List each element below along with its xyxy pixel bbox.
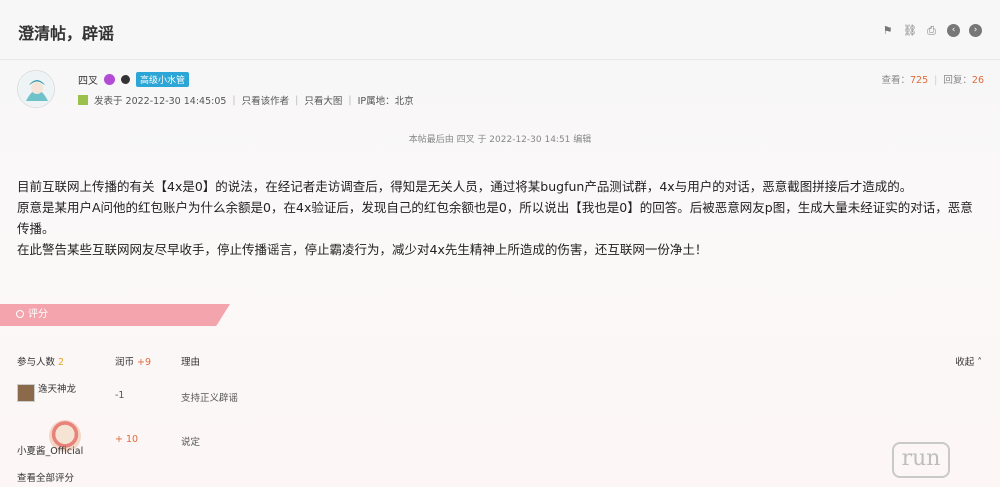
posted-time: 发表于 2022-12-30 14:45:05 [94,96,227,107]
post-meta: 发表于 2022-12-30 14:45:05 | 只看该作者 | 只看大图 |… [78,93,414,107]
views-count: 725 [909,75,929,86]
views-label: 查看： [881,75,910,86]
rater-avatar[interactable] [17,384,35,402]
collapse-button[interactable]: 收起 ˄ [955,354,982,368]
thread-toolbar: ⚑ ⛓ ⎙ ‹ › [881,24,982,37]
rater-reason: 说定 [181,437,201,448]
thread-header: 澄清帖，辟谣 ⚑ ⛓ ⎙ ‹ › [0,0,1000,60]
post-paragraph: 目前互联网上传播的有关【4x是0】的说法，在经记者走访调查后，得知是无关人员，通… [17,179,913,194]
chevron-up-icon: ˄ [977,357,982,368]
stats-divider: | [934,75,938,86]
edit-note: 本帖最后由 四叉 于 2022-12-30 14:51 编辑 [408,135,592,145]
level-tag: 高级小水管 [136,72,190,87]
rating-tab-label: 评分 [28,309,48,320]
replies-count: 26 [971,75,984,86]
participants-header: 参与人数 2 [17,354,64,368]
link-icon[interactable]: ⛓ [903,24,917,37]
site-watermark: run [892,442,950,478]
rater-coin: -1 [115,390,125,401]
prev-icon[interactable]: ‹ [947,24,960,37]
rating-icon [16,310,24,318]
report-icon[interactable]: ⚑ [881,24,894,37]
rater-reason: 支持正义辟谣 [181,393,239,404]
large-image-link[interactable]: 只看大图 [304,93,342,107]
coin-label: 润币 [115,357,135,368]
rater-name[interactable]: 逸天神龙 [38,381,76,395]
author-line: 四叉 高级小水管 [78,72,190,87]
reason-header: 理由 [181,357,201,368]
participants-label: 参与人数 [17,357,56,368]
divider: | [232,94,236,106]
author-avatar[interactable] [17,70,55,108]
moon-icon [121,75,130,84]
next-icon[interactable]: › [969,24,982,37]
online-icon [78,95,88,105]
replies-label: 回复： [943,75,972,86]
rating-tab: 评分 [0,304,230,326]
thread-page: 澄清帖，辟谣 ⚑ ⛓ ⎙ ‹ › 四叉 高级小水管 发表于 2022-12-30… [0,0,1000,487]
divider: | [295,94,299,106]
collapse-label: 收起 [955,357,975,368]
rater-coin: + 10 [115,434,139,445]
coin-total: +9 [137,357,152,368]
thread-stats: 查看：725 | 回复：26 [881,72,984,86]
divider: | [348,94,352,106]
participants-count: 2 [58,357,65,368]
post-content: 目前互联网上传播的有关【4x是0】的说法，在经记者走访调查后，得知是无关人员，通… [17,176,982,260]
post-paragraph: 原意是某用户A问他的红包账户为什么余额是0，在4x验证后，发现自己的红包余额也是… [17,200,973,236]
only-author-link[interactable]: 只看该作者 [242,93,290,107]
author-name[interactable]: 四叉 [78,72,98,87]
ip-location: IP属地：北京 [357,96,414,107]
see-all-ratings-link[interactable]: 查看全部评分 [17,470,74,484]
rater-name[interactable]: 小夏酱_Official [17,443,83,457]
coin-header: 润币 +9 [115,354,151,368]
medal-icon [104,74,115,85]
thread-title: 澄清帖，辟谣 [18,24,115,43]
post-paragraph: 在此警告某些互联网网友尽早收手，停止传播谣言，停止霸凌行为，减少对4x先生精神上… [17,242,708,257]
print-icon[interactable]: ⎙ [925,24,938,37]
